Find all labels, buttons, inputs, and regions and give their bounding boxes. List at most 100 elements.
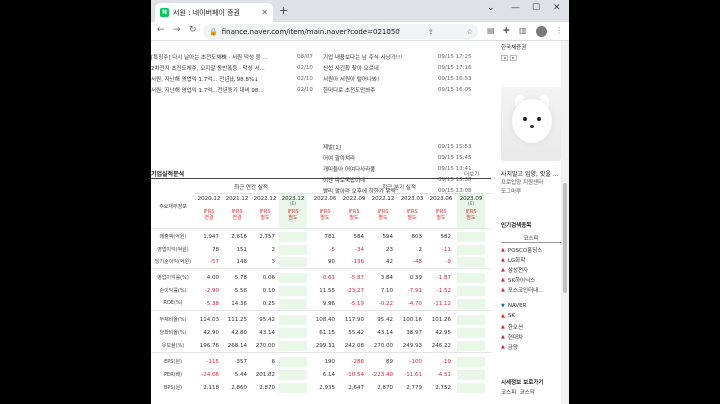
reader-icon[interactable]: ▤ (487, 26, 495, 35)
row-label: 당좌비율(%) (159, 330, 187, 336)
up-arrow-icon: ▲ (501, 313, 505, 319)
table-cell: 11.55 (319, 288, 335, 294)
discussion-date: 09/15 15:45 (438, 155, 472, 161)
table-cell: 2,860 (231, 385, 247, 391)
browser-tab[interactable]: N 서원 : 네이버페이 증권 ✕ (155, 3, 273, 22)
table-cell: 594 (382, 234, 394, 240)
tab-search-icon[interactable]: ⌄ (487, 3, 495, 13)
row-label: BPS(원) (163, 385, 183, 391)
up-arrow-icon: ▲ (501, 334, 505, 340)
sidepanel-icon[interactable]: ▥ (519, 26, 527, 35)
discussion-title[interactable]: 어여 팔아쳐라 (323, 154, 433, 162)
discussion-item[interactable]: 개미들아 어여다사라풀 09/15 13:41 (151, 164, 491, 174)
close-tab-icon[interactable]: ✕ (261, 8, 268, 17)
popular-item[interactable]: ▲ 포스코인터내... (501, 286, 561, 294)
discussion-item[interactable]: 신섭 사긴확 찾아 오르네 09/15 17:16 (151, 63, 491, 73)
column-basis: 별도 (320, 215, 330, 221)
popular-item[interactable]: ▲ 현대차 (501, 333, 561, 341)
popular-item[interactable]: ▲ 삼성전자 (501, 266, 561, 274)
popular-item-name[interactable]: NAVER (508, 303, 527, 309)
group-divider (151, 310, 491, 311)
table-cell: -5 (329, 247, 335, 253)
discussion-title[interactable]: 신섭 사긴확 찾아 오르네 (323, 64, 433, 72)
url-bar[interactable]: 🔒 finance.naver.com/item/main.naver?code… (203, 24, 478, 39)
popular-item[interactable]: ▲ 한오션 (501, 323, 561, 331)
table-cell: 2,647 (348, 385, 364, 391)
extensions-icon[interactable]: ✚ (503, 26, 510, 35)
table-cell (279, 357, 307, 367)
row-header: 주요재무정보 (159, 204, 187, 210)
table-cell: 2,870 (377, 385, 393, 391)
table-cell: 781 (324, 234, 336, 240)
bottom-tab-kospi[interactable]: 코스피 (501, 388, 516, 396)
lock-icon[interactable]: 🔒 (209, 28, 218, 36)
scrollbar[interactable] (561, 41, 569, 404)
table-cell (457, 232, 485, 242)
popular-item[interactable]: ▲ SK (501, 313, 561, 319)
popular-item-name[interactable]: SK (508, 313, 515, 319)
popular-item-name[interactable]: 한오션 (508, 323, 523, 331)
discussion-item[interactable]: 한미다로 초전도만봐주 09/15 16:05 (151, 85, 491, 95)
table-cell: -10.54 (346, 372, 364, 378)
back-icon[interactable]: ← (157, 25, 165, 35)
discussion-item[interactable]: 기업 내용보다는 남 주식 사냥가!!! 09/15 17:25 (151, 52, 491, 62)
prev-icon[interactable]: ◂ (501, 55, 508, 61)
naver-favicon-icon: N (160, 8, 169, 17)
table-cell: 14.36 (231, 301, 247, 307)
table-cell: -34 (355, 247, 364, 253)
up-arrow-icon: ▲ (501, 247, 505, 253)
popular-item-name[interactable]: 포스코인터내... (508, 286, 544, 294)
ad-caption-1[interactable]: 사치말고 입양, 맛을 ... (501, 169, 561, 178)
table-cell (279, 286, 307, 296)
up-arrow-icon: ▲ (501, 324, 505, 330)
discussion-title[interactable]: 개미들아 어여다사라풀 (323, 165, 433, 173)
discussion-title[interactable]: 한미다로 초전도만봐주 (323, 86, 433, 94)
forward-icon[interactable]: → (173, 25, 181, 35)
discussion-title[interactable]: 서원아 서원아 털어나봐! (323, 75, 433, 83)
bottom-tab-kosdaq[interactable]: 코스닥 (520, 388, 535, 396)
table-cell: 584 (353, 234, 365, 240)
discussion-item[interactable]: 제발[1] 09/15 15:53 (151, 142, 491, 152)
popular-item-name[interactable]: POSCO홀딩스 (508, 246, 543, 254)
popular-item[interactable]: ▲ 금양 (501, 343, 561, 351)
popular-item[interactable]: ▲ POSCO홀딩스 (501, 246, 561, 254)
profile-avatar[interactable] (536, 26, 547, 37)
scrollbar-thumb[interactable] (563, 183, 567, 293)
popular-item-name[interactable]: 현대차 (508, 333, 523, 341)
table-cell: 43.14 (377, 330, 393, 336)
main-column: [특징주] 다시 날아는 초전도체株 · 서원 덕성 등 ... 08/07 2차전… (151, 41, 491, 404)
popular-item-name[interactable]: SK하이닉스 (508, 276, 535, 284)
discussion-title[interactable]: 기업 내용보다는 남 주식 사냥가!!! (323, 53, 433, 61)
discussion-title[interactable]: 제발[1] (323, 143, 433, 151)
popular-item-name[interactable]: 금양 (508, 343, 518, 351)
table-cell (457, 370, 485, 380)
discussion-item[interactable]: 서원아 서원아 털어나봐! 09/15 16:53 (151, 74, 491, 84)
table-cell: 1,947 (203, 234, 219, 240)
menu-kebab-icon[interactable]: ⋮ (555, 26, 563, 35)
popular-item[interactable]: ▲ SK하이닉스 (501, 276, 561, 284)
pager[interactable]: ◂ ▸ (501, 55, 531, 61)
more-link[interactable]: 더보기 (464, 170, 479, 178)
next-icon[interactable]: ▸ (509, 55, 517, 61)
new-tab-icon[interactable]: + (279, 4, 288, 17)
bookmark-star-icon[interactable]: ☆ (467, 28, 473, 36)
popular-item[interactable]: ▼ NAVER (501, 303, 561, 309)
reload-icon[interactable]: ↻ (189, 25, 197, 35)
ad-dog-image[interactable] (501, 87, 561, 161)
popular-item-name[interactable]: 삼성전자 (508, 266, 528, 274)
table-cell: -115 (206, 359, 219, 365)
minimize-icon[interactable]: — (511, 3, 520, 13)
maximize-icon[interactable]: ☐ (532, 3, 540, 13)
table-cell (279, 370, 307, 380)
table-cell: 5.44 (234, 372, 247, 378)
discussion-date: 09/15 17:25 (438, 54, 472, 60)
popular-item[interactable]: ▲ LG화학 (501, 256, 561, 264)
market-tab-kospi[interactable]: 코스피 (501, 234, 561, 243)
discussion-item[interactable]: 어여 팔아쳐라 09/15 15:45 (151, 153, 491, 163)
table-cell: 23 (386, 247, 393, 253)
share-icon[interactable]: ⇪ (428, 28, 434, 36)
discussion-date: 09/15 17:16 (438, 65, 472, 71)
close-window-icon[interactable]: ✕ (553, 3, 561, 13)
popular-item-name[interactable]: LG화학 (508, 256, 525, 264)
table-cell: 0.25 (262, 301, 275, 307)
